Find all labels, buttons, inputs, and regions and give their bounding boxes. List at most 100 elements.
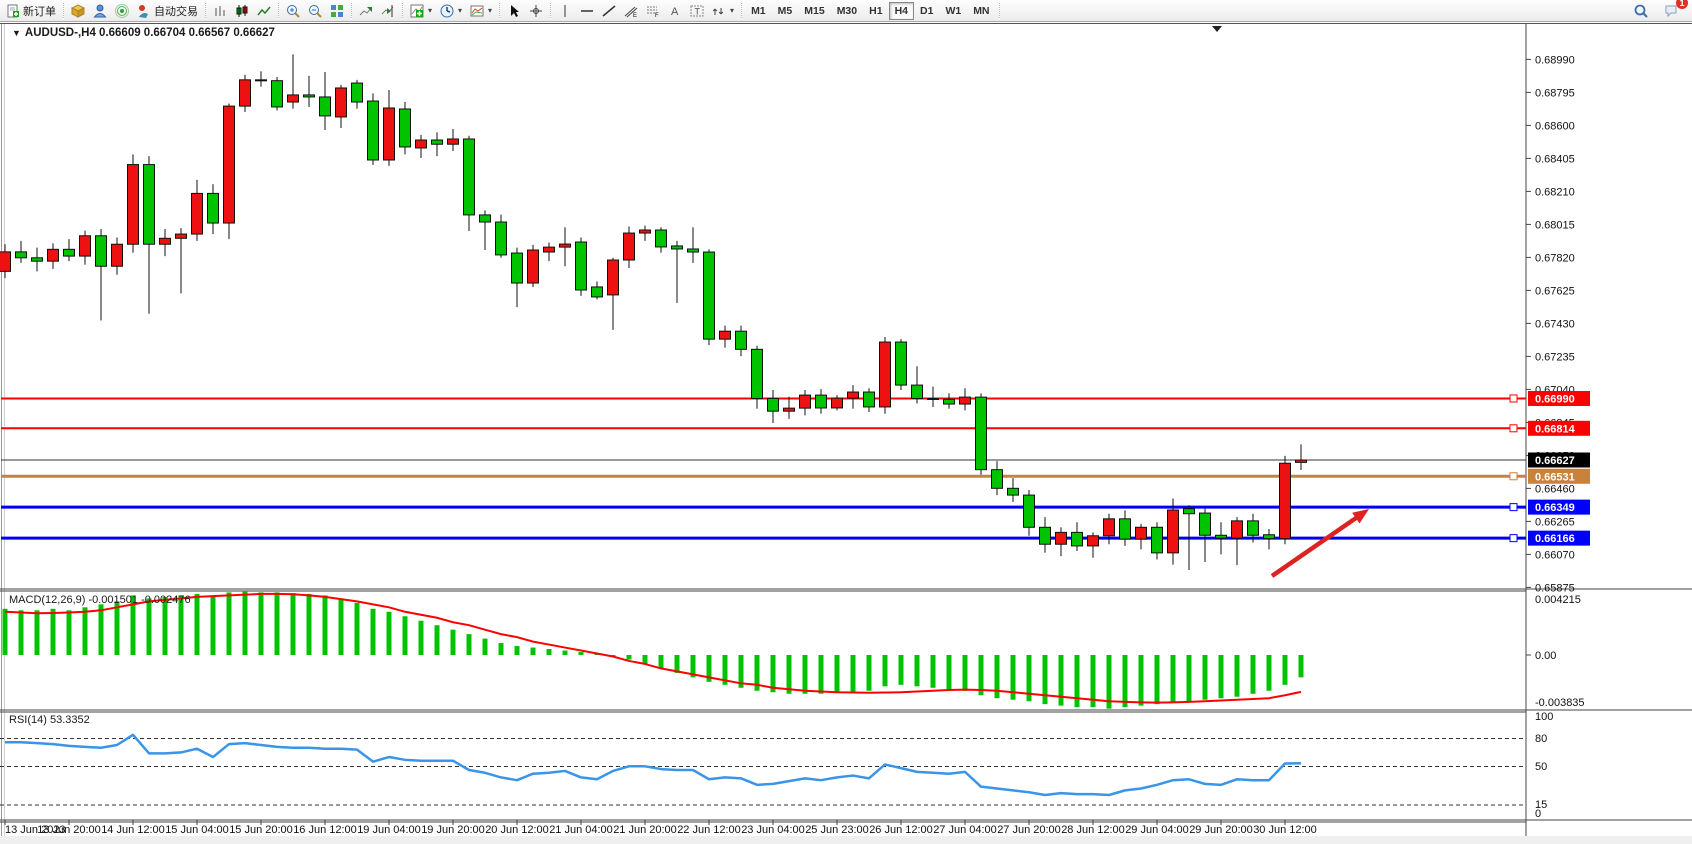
time-tick-label: 22 Jun 12:00 <box>677 824 741 836</box>
support-line-2-handle[interactable] <box>1510 535 1517 542</box>
vertical-line-button[interactable] <box>554 1 576 21</box>
zoom-in-button[interactable] <box>282 1 304 21</box>
price-tag-label: 0.66349 <box>1535 502 1575 514</box>
autoplay-icon <box>137 4 151 18</box>
macd-histogram-bar <box>467 634 472 655</box>
arrows-button[interactable]: ▾ <box>708 1 738 21</box>
candle-body <box>688 249 699 252</box>
candle-body <box>1008 488 1019 495</box>
macd-histogram-bar <box>51 609 56 655</box>
dropdown-caret-icon[interactable]: ▾ <box>458 6 462 15</box>
candle-body <box>384 108 395 160</box>
auto-scroll-button[interactable] <box>355 1 377 21</box>
support-line-1-handle[interactable] <box>1510 504 1517 511</box>
candle-body <box>800 395 811 408</box>
price-tick-label: 0.66460 <box>1535 483 1575 495</box>
clock-icon <box>440 4 454 18</box>
candle-body <box>1136 527 1147 539</box>
dropdown-caret-icon[interactable]: ▾ <box>730 6 734 15</box>
candlestick-chart-button[interactable] <box>231 1 253 21</box>
template-icon <box>470 4 484 18</box>
macd-histogram-bar <box>403 616 408 655</box>
macd-histogram-bar <box>803 655 808 694</box>
macd-histogram-bar <box>1235 655 1240 697</box>
resistance-line-2-handle[interactable] <box>1510 425 1517 432</box>
toolbar-separator <box>278 3 279 19</box>
timeframe-M1-button[interactable]: M1 <box>745 2 772 20</box>
candle-body <box>960 397 971 404</box>
new-order-button[interactable]: 新订单 <box>2 1 60 21</box>
macd-histogram-bar <box>227 592 232 655</box>
macd-histogram-bar <box>291 593 296 655</box>
autotrading-button[interactable]: 自动交易 <box>133 1 202 21</box>
chartshift-icon <box>381 4 395 18</box>
macd-histogram-bar <box>371 609 376 655</box>
resistance-line-1-handle[interactable] <box>1510 395 1517 402</box>
crosshair-button[interactable] <box>525 1 547 21</box>
toolbar-separator <box>999 3 1000 19</box>
periods-button[interactable]: ▾ <box>436 1 466 21</box>
candle-body <box>1248 521 1259 535</box>
macd-histogram-bar <box>1043 655 1048 704</box>
zoom-out-button[interactable] <box>304 1 326 21</box>
candle-body <box>640 230 651 233</box>
timeframe-W1-button[interactable]: W1 <box>939 2 967 20</box>
price-tick-label: 0.67235 <box>1535 351 1575 363</box>
tiles-icon <box>330 4 344 18</box>
timeframe-H4-button[interactable]: H4 <box>889 2 914 20</box>
candle-body <box>1072 532 1083 546</box>
macd-axis-max: 0.004215 <box>1535 594 1581 606</box>
timeframe-MN-button[interactable]: MN <box>967 2 995 20</box>
cube-icon <box>71 4 85 18</box>
autoscroll-icon <box>359 4 373 18</box>
chart-area[interactable]: 0.689900.687950.686000.684050.682100.680… <box>0 22 1692 844</box>
price-tick-label: 0.68600 <box>1535 120 1575 132</box>
tile-windows-button[interactable] <box>326 1 348 21</box>
text-label-button[interactable]: T <box>686 1 708 21</box>
timeframe-M30-button[interactable]: M30 <box>831 2 863 20</box>
candle-body <box>272 81 283 107</box>
chart-shift-button[interactable] <box>377 1 399 21</box>
candle-body <box>1264 535 1275 539</box>
price-tag-label: 0.66990 <box>1535 393 1575 405</box>
dropdown-caret-icon[interactable]: ▾ <box>488 6 492 15</box>
doc-plus-icon <box>6 4 20 18</box>
timeframe-M15-button[interactable]: M15 <box>798 2 830 20</box>
text-button[interactable]: A <box>664 1 686 21</box>
macd-histogram-bar <box>67 610 72 655</box>
navigator-button[interactable] <box>111 1 133 21</box>
chat-button[interactable]: 1 <box>1660 1 1682 21</box>
toolbar-separator <box>63 3 64 19</box>
candle-body <box>64 249 75 256</box>
data-window-button[interactable] <box>89 1 111 21</box>
dropdown-caret-icon[interactable]: ▾ <box>428 6 432 15</box>
macd-histogram-bar <box>835 655 840 692</box>
candle-body <box>832 398 843 408</box>
fibonacci-button[interactable]: F <box>642 1 664 21</box>
equidistant-channel-button[interactable]: E <box>620 1 642 21</box>
timeframe-M5-button[interactable]: M5 <box>772 2 799 20</box>
timeframe-H1-button[interactable]: H1 <box>863 2 888 20</box>
candle-body <box>704 252 715 339</box>
bar-chart-button[interactable] <box>209 1 231 21</box>
market-watch-button[interactable] <box>67 1 89 21</box>
line-chart-button[interactable] <box>253 1 275 21</box>
candle-body <box>1280 463 1291 538</box>
horizontal-line-button[interactable] <box>576 1 598 21</box>
macd-histogram-bar <box>1267 655 1272 691</box>
vline-icon <box>558 4 572 18</box>
search-button[interactable] <box>1630 1 1652 21</box>
cursor-button[interactable] <box>503 1 525 21</box>
trendline-button[interactable] <box>598 1 620 21</box>
candle-body <box>528 250 539 283</box>
candle-body <box>784 408 795 411</box>
rsi-axis-label: 80 <box>1535 733 1547 745</box>
templates-button[interactable]: ▾ <box>466 1 496 21</box>
orange-level-line-handle[interactable] <box>1510 473 1517 480</box>
macd-axis-min: -0.003835 <box>1535 697 1585 709</box>
macd-histogram-bar <box>1251 655 1256 694</box>
indicators-button[interactable]: ▾ <box>406 1 436 21</box>
timeframe-D1-button[interactable]: D1 <box>914 2 939 20</box>
candle-body <box>496 222 507 255</box>
candle-body <box>336 88 347 117</box>
